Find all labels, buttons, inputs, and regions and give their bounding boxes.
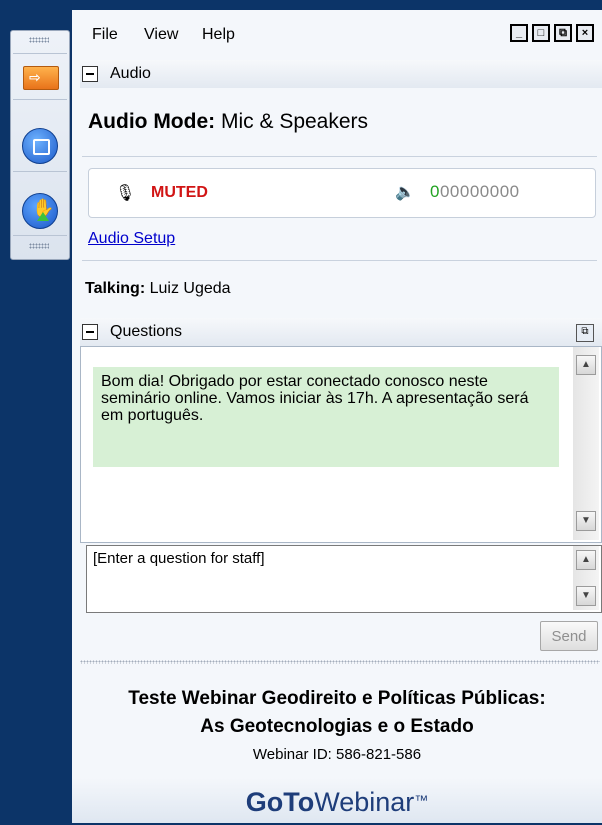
toolbar-divider xyxy=(13,99,67,100)
questions-log: Bom dia! Obrigado por estar conectado co… xyxy=(80,346,602,543)
screen-icon[interactable] xyxy=(22,128,58,164)
divider xyxy=(82,156,597,157)
webinar-title-line2: As Geotecnologias e o Estado xyxy=(200,716,474,737)
input-scroll-down-button[interactable]: ▼ xyxy=(576,586,596,606)
send-button[interactable]: Send xyxy=(540,621,598,651)
webinar-info: Teste Webinar Geodireito e Políticas Púb… xyxy=(72,678,602,823)
audio-section-header: Audio xyxy=(80,60,602,88)
maximize-button[interactable]: □ xyxy=(532,24,550,42)
input-scroll-up-button[interactable]: ▲ xyxy=(576,550,596,570)
questions-section: Questions ⧉ Bom dia! Obrigado por estar … xyxy=(80,318,602,668)
webinar-title-line1: Teste Webinar Geodireito e Políticas Púb… xyxy=(128,688,546,709)
audio-setup-link[interactable]: Audio Setup xyxy=(88,230,175,248)
microphone-icon[interactable]: 🎙 xyxy=(115,183,135,203)
toolbar-divider xyxy=(13,235,67,236)
menu-view[interactable]: View xyxy=(144,26,178,44)
questions-section-title: Questions xyxy=(110,323,183,340)
resize-grip[interactable] xyxy=(80,660,600,664)
talking-indicator: Talking: Luiz Ugeda xyxy=(85,280,231,298)
audio-status-box: 🎙 MUTED 🔈 000000000 xyxy=(88,168,596,218)
speaker-icon: 🔈 xyxy=(395,184,415,201)
organizer-message: Bom dia! Obrigado por estar conectado co… xyxy=(93,367,559,467)
audio-mode-label: Audio Mode: xyxy=(88,110,216,133)
arrow-icon[interactable]: ⇨ xyxy=(23,66,59,90)
scroll-up-button[interactable]: ▲ xyxy=(576,355,596,375)
control-toolbar: ⇨ ✋ xyxy=(10,30,70,260)
muted-status: MUTED xyxy=(151,184,208,201)
close-button[interactable]: × xyxy=(576,24,594,42)
audio-section-title: Audio xyxy=(110,65,151,82)
question-input[interactable] xyxy=(91,549,565,568)
menu-help[interactable]: Help xyxy=(202,26,235,44)
questions-section-header: Questions ⧉ xyxy=(80,318,602,346)
gotowebinar-logo: GoToWebinar™ xyxy=(72,778,602,823)
talking-label: Talking: xyxy=(85,280,146,297)
audio-level-meter: 000000000 xyxy=(430,182,520,202)
collapse-audio-button[interactable] xyxy=(82,66,98,82)
toolbar-divider xyxy=(13,171,67,172)
menu-bar: File View Help _ □ ⧉ × xyxy=(72,10,602,58)
level-active: 0 xyxy=(430,182,440,201)
webinar-id: Webinar ID: 586-821-586 xyxy=(252,746,422,763)
scroll-down-button[interactable]: ▼ xyxy=(576,511,596,531)
menu-file[interactable]: File xyxy=(92,26,118,44)
minimize-button[interactable]: _ xyxy=(510,24,528,42)
toolbar-grip-bottom[interactable] xyxy=(29,243,49,249)
toolbar-divider xyxy=(13,53,67,54)
question-input-box[interactable]: ▲ ▼ xyxy=(86,545,602,613)
raise-hand-icon[interactable]: ✋ xyxy=(22,193,58,229)
collapse-questions-button[interactable] xyxy=(82,324,98,340)
toolbar-grip-top[interactable] xyxy=(29,37,49,43)
control-panel-window: File View Help _ □ ⧉ × Audio Audio Mode:… xyxy=(72,10,602,823)
divider xyxy=(82,260,597,261)
audio-mode-value: Mic & Speakers xyxy=(220,110,369,133)
restore-button[interactable]: ⧉ xyxy=(554,24,572,42)
popout-icon[interactable]: ⧉ xyxy=(576,324,594,342)
audio-mode: Audio Mode: Mic & Speakers xyxy=(88,110,368,134)
talking-name: Luiz Ugeda xyxy=(149,280,231,297)
level-inactive: 00000000 xyxy=(439,182,520,201)
